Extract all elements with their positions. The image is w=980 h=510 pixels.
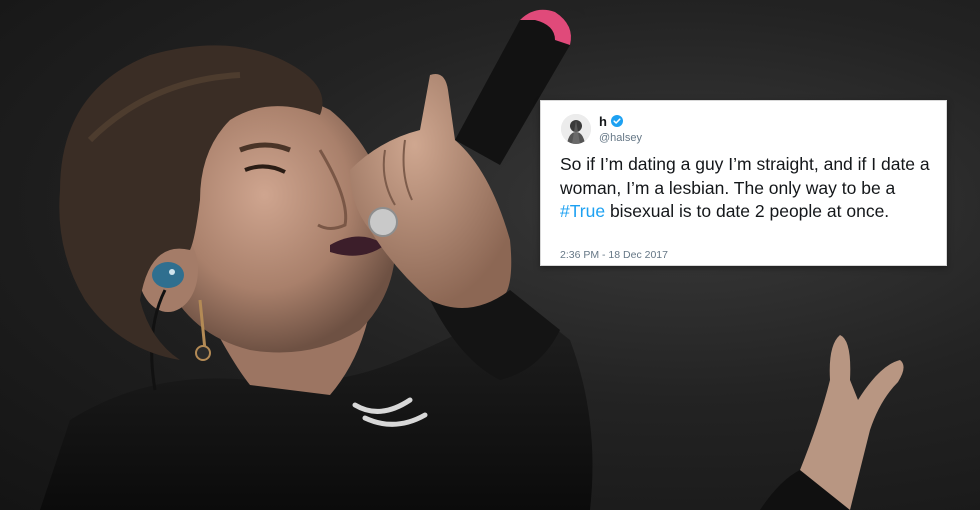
image-stage: h @halsey So if I’m dating a guy I’m str…	[0, 0, 980, 510]
tweet-text: So if I’m dating a guy I’m straight, and…	[560, 153, 945, 224]
verified-badge-icon	[611, 115, 623, 127]
display-name[interactable]: h	[599, 114, 607, 129]
tweet-text-part: bisexual is to date 2 people at once.	[605, 201, 890, 221]
avatar[interactable]	[561, 114, 591, 144]
tweet-card: h @halsey So if I’m dating a guy I’m str…	[540, 100, 947, 266]
tweet-timestamp[interactable]: 2:36 PM - 18 Dec 2017	[560, 249, 668, 261]
handle[interactable]: @halsey	[599, 132, 642, 144]
hashtag-link[interactable]: #True	[560, 201, 605, 221]
tweet-text-part: So if I’m dating a guy I’m straight, and…	[560, 154, 930, 198]
